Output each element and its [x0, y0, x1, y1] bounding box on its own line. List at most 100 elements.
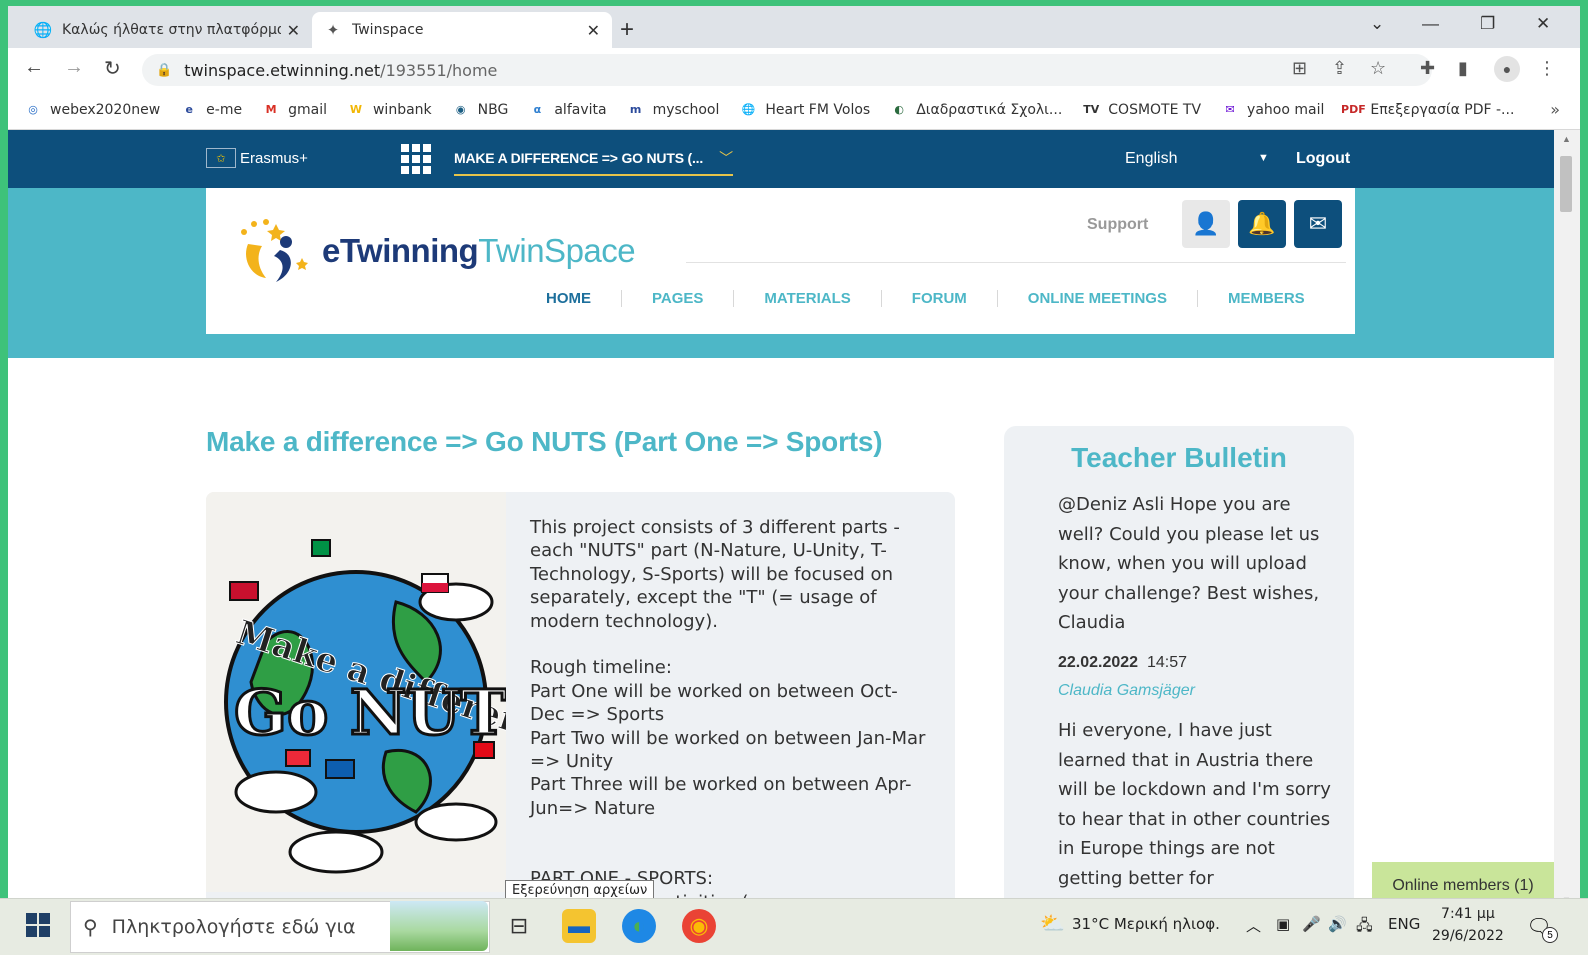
eme-icon: e [185, 103, 193, 116]
pdf-icon: PDF [1341, 103, 1366, 116]
scrollbar[interactable]: ▲ ▼ [1554, 130, 1580, 909]
bulletin-timestamp: 22.02.2022 14:57 [1058, 654, 1187, 672]
etwinning-logo[interactable]: eTwinningTwinSpace [236, 218, 636, 284]
winbank-icon: W [349, 103, 363, 116]
bookmark-item[interactable]: 🌐 Heart FM Volos [739, 102, 871, 118]
eu-flag-icon: ✩ [206, 148, 236, 168]
support-link[interactable]: Support [1087, 216, 1148, 234]
bookmark-item[interactable]: Mgmail [262, 102, 327, 118]
star-icon[interactable]: ☆ [1370, 58, 1386, 79]
bookmark-label: gmail [288, 101, 327, 118]
tab-welcome[interactable]: 🌐 Καλώς ήλθατε στην πλατφόρμα ✕ [22, 12, 312, 48]
bulletin-title: Teacher Bulletin [1071, 442, 1287, 473]
restore-button[interactable]: ❐ [1480, 14, 1495, 34]
bookmark-item[interactable]: α alfavita [528, 102, 607, 118]
tab-list-icon[interactable]: ⌄ [1370, 14, 1384, 34]
project-selector[interactable]: MAKE A DIFFERENCE => GO NUTS (... ﹀ [454, 148, 733, 176]
teacher-bulletin: Teacher Bulletin @Deniz Asli Hope you ar… [1004, 426, 1354, 909]
weather-icon[interactable]: ⛅ [1040, 911, 1065, 935]
messages-button[interactable]: ✉ [1294, 200, 1342, 248]
photodentro-icon: ◐ [894, 103, 904, 116]
apps-grid-icon[interactable] [401, 144, 431, 174]
close-icon[interactable]: ✕ [587, 21, 600, 40]
taskbar-clock[interactable]: 7:41 μμ 29/6/2022 [1432, 903, 1504, 947]
bulletin-message: Hi everyone, I have just learned that in… [1058, 720, 1331, 889]
nav-online-meetings[interactable]: ONLINE MEETINGS [996, 290, 1197, 307]
url-host: twinspace.etwinning.net [184, 60, 381, 80]
bookmark-item[interactable]: ✉ yahoo mail [1221, 102, 1324, 118]
address-bar[interactable]: 🔒 twinspace.etwinning.net/193551/home [142, 54, 1432, 86]
logout-link[interactable]: Logout [1296, 150, 1350, 168]
nav-materials[interactable]: MATERIALS [733, 290, 880, 307]
user-profile-button[interactable]: 👤 [1182, 200, 1230, 248]
tab-twinspace[interactable]: ✦ Twinspace ✕ [312, 12, 612, 48]
notifications-button[interactable]: 🔔 [1238, 200, 1286, 248]
side-panel-icon[interactable]: ▮ [1458, 58, 1468, 79]
nav-forum[interactable]: FORUM [880, 290, 997, 307]
new-tab-button[interactable]: + [620, 16, 634, 44]
input-language[interactable]: ENG [1388, 915, 1420, 933]
bulletin-author[interactable]: Claudia Gamsjäger [1058, 682, 1195, 700]
chrome-icon[interactable]: ◉ [682, 909, 716, 943]
file-explorer-icon[interactable]: ▬ [562, 909, 596, 943]
meet-icon[interactable]: ▣ [1276, 915, 1290, 933]
nav-home[interactable]: HOME [516, 290, 621, 307]
task-view-icon[interactable]: ⊟ [502, 909, 536, 943]
globe-icon: 🌐 [33, 21, 53, 39]
volume-icon[interactable]: 🔊 [1328, 915, 1347, 933]
weather-text[interactable]: 31°C Μερική ηλιοφ. [1072, 915, 1220, 933]
project-image[interactable]: Make a difference Go NUTS [206, 492, 571, 892]
myschool-icon: m [629, 103, 642, 116]
network-icon[interactable]: 🖧 [1356, 915, 1373, 940]
reload-icon[interactable]: ↻ [104, 56, 121, 81]
close-window-button[interactable]: ✕ [1536, 14, 1550, 34]
extensions-icon[interactable]: ✚ [1420, 58, 1435, 79]
project-description-card: Make a difference Go NUTS This project c… [206, 492, 955, 909]
bookmark-item[interactable]: ◎ webex2020new [24, 102, 160, 118]
alfavita-icon: α [533, 103, 542, 116]
profile-icon[interactable]: ● [1494, 56, 1520, 82]
page-viewport: ✩ Erasmus+ MAKE A DIFFERENCE => GO NUTS … [8, 130, 1554, 909]
scrollbar-thumb[interactable] [1560, 156, 1572, 212]
bulletin-message: @Deniz Asli Hope you are well? Could you… [1058, 494, 1320, 633]
bookmark-label: webex2020new [50, 101, 161, 118]
bulletin-time: 14:57 [1146, 654, 1188, 671]
bookmark-label: COSMOTE TV [1108, 101, 1202, 118]
microphone-icon[interactable]: 🎤 [1302, 915, 1321, 933]
scroll-up-icon[interactable]: ▲ [1562, 134, 1571, 144]
user-icon: 👤 [1192, 211, 1220, 236]
edge-icon[interactable]: ◐ [622, 909, 656, 943]
taskbar-search-placeholder: Πληκτρολογήστε εδώ για [111, 916, 356, 938]
language-select[interactable]: English [1125, 150, 1177, 168]
url-path: /193551/home [380, 60, 498, 80]
bookmark-item[interactable]: m myschool [627, 102, 720, 118]
back-arrow-icon[interactable]: ← [24, 56, 44, 79]
share-icon[interactable]: ⇪ [1332, 58, 1347, 79]
bookmark-item[interactable]: Wwinbank [347, 102, 432, 118]
chevron-down-icon: ﹀ [719, 150, 733, 166]
bookmark-item[interactable]: ◐ Διαδραστικά Σχολι... [890, 102, 1062, 118]
image-gonuts-text: Go NUTS [234, 676, 506, 749]
forward-arrow-icon[interactable]: → [64, 56, 84, 79]
caret-down-icon[interactable]: ▼ [1258, 152, 1269, 164]
translate-icon[interactable]: ⊞ [1292, 58, 1307, 79]
notification-center[interactable]: 🗨 5 [1524, 911, 1558, 943]
bookmark-label: NBG [477, 101, 509, 118]
bookmark-item[interactable]: TV COSMOTE TV [1082, 102, 1201, 118]
erasmus-logo[interactable]: ✩ Erasmus+ [206, 148, 308, 168]
minimize-button[interactable]: — [1422, 14, 1439, 34]
bookmarks-overflow-icon[interactable]: » [1550, 100, 1560, 119]
chevron-up-icon[interactable]: ︿ [1246, 915, 1261, 936]
header-card: eTwinningTwinSpace Support 👤 🔔 ✉ HOME PA… [206, 188, 1355, 334]
bookmark-item[interactable]: ◉ NBG [452, 102, 509, 118]
windows-start-icon[interactable] [26, 913, 50, 937]
nav-pages[interactable]: PAGES [621, 290, 733, 307]
menu-kebab-icon[interactable]: ⋮ [1538, 58, 1556, 79]
nav-members[interactable]: MEMBERS [1196, 290, 1335, 307]
header-divider [686, 262, 1346, 263]
nbg-icon: ◉ [455, 103, 466, 116]
bookmark-item[interactable]: e e-me [180, 102, 242, 118]
bulletin-date: 22.02.2022 [1058, 654, 1139, 671]
bookmark-item[interactable]: PDF Επεξεργασία PDF -... [1341, 102, 1514, 118]
close-icon[interactable]: ✕ [287, 21, 300, 40]
